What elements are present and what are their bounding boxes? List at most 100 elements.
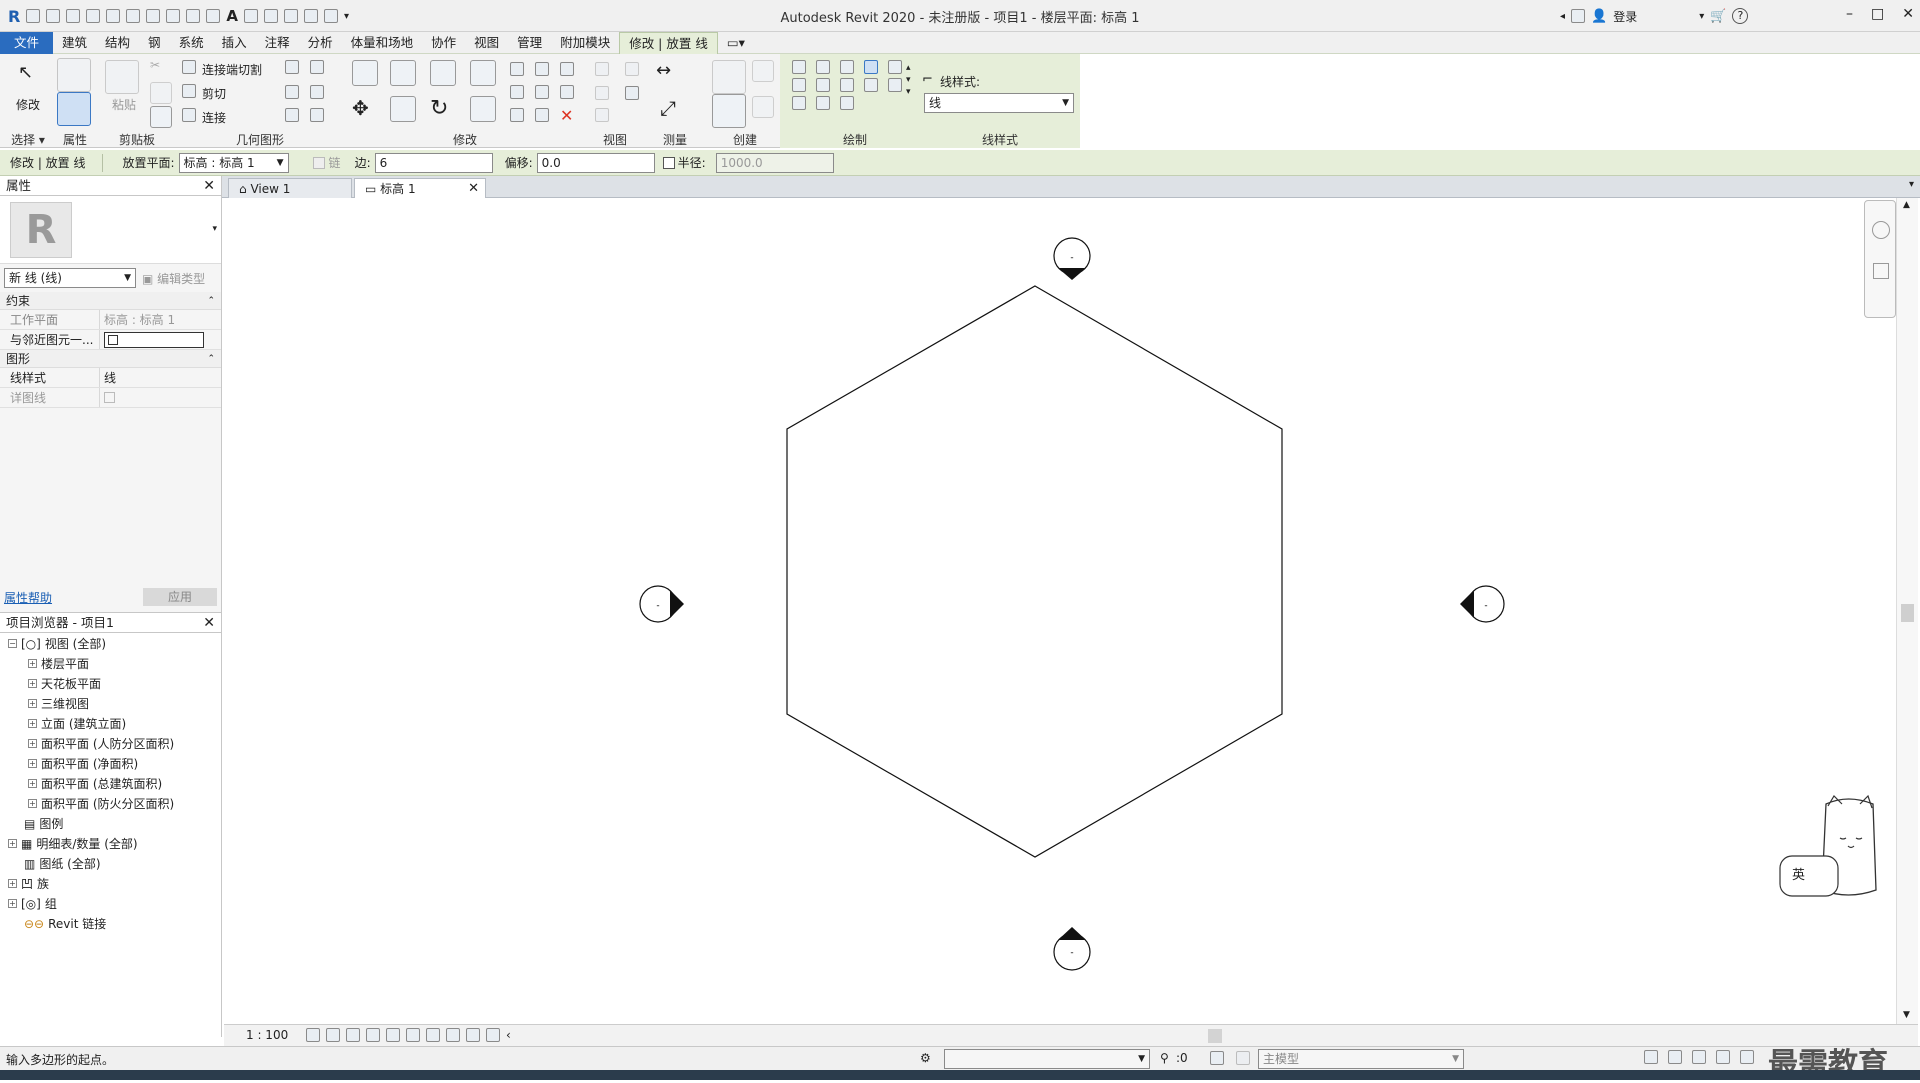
select-cursor-icon[interactable]: ↖ <box>18 62 40 84</box>
draw-inscribed-polygon-icon[interactable] <box>840 60 854 74</box>
wall-joins-icon[interactable] <box>285 60 299 74</box>
workset-select[interactable]: ▼ <box>944 1049 1150 1069</box>
align-icon[interactable] <box>352 60 378 86</box>
tab-extra-icon[interactable]: ▭▾ <box>718 32 754 54</box>
measure-distance-icon[interactable]: ↔ <box>656 60 671 81</box>
info-center-arrow-icon[interactable]: ◂ <box>1560 11 1565 22</box>
design-option-select[interactable]: 主模型 ▼ <box>1258 1049 1464 1069</box>
split-gap-icon[interactable] <box>535 62 549 76</box>
create-similar-icon[interactable] <box>712 60 746 94</box>
tree-item-ceiling-plans[interactable]: + 天花板平面 <box>28 675 101 692</box>
chain-checkbox[interactable] <box>312 156 325 169</box>
checkbox[interactable] <box>104 392 115 403</box>
filter-lines-icon[interactable] <box>625 86 639 100</box>
hammer-icon[interactable] <box>310 108 324 122</box>
draw-spline-icon[interactable] <box>888 78 902 92</box>
view-scale[interactable]: 1 : 100 <box>246 1028 288 1042</box>
property-value[interactable]: 线 <box>100 368 221 387</box>
design-options-icon[interactable] <box>1210 1051 1224 1065</box>
expand-toggle[interactable]: + <box>28 699 37 708</box>
drawing-canvas[interactable]: - - - - 英 <box>224 198 1918 1024</box>
pick-lines-icon[interactable] <box>840 96 854 110</box>
draw-circle-icon[interactable] <box>888 60 902 74</box>
tab-manage[interactable]: 管理 <box>508 32 551 54</box>
modify-button-label[interactable]: 修改 <box>16 96 40 113</box>
expand-toggle[interactable]: + <box>8 839 17 848</box>
tree-item-elevations[interactable]: + 立面 (建筑立面) <box>28 715 126 732</box>
analytical-model-icon[interactable] <box>466 1028 480 1042</box>
ime-label[interactable]: 英 <box>1792 864 1805 883</box>
panel-select-label[interactable]: 选择 ▾ <box>4 132 52 148</box>
elevation-marker-south[interactable]: - <box>1053 927 1091 971</box>
paste-button[interactable] <box>105 60 139 94</box>
tab-view[interactable]: 视图 <box>465 32 508 54</box>
tab-annotate[interactable]: 注释 <box>256 32 299 54</box>
tree-item-3d-views[interactable]: + 三维视图 <box>28 695 89 712</box>
apply-button[interactable]: 应用 <box>143 588 217 606</box>
eraser-icon[interactable] <box>595 108 609 122</box>
collapse-icon[interactable]: ⌃ <box>207 350 215 368</box>
elevation-marker-east[interactable]: - <box>1460 585 1505 623</box>
expand-toggle[interactable]: + <box>8 899 17 908</box>
draw-arc-center-icon[interactable] <box>816 78 830 92</box>
override-icon[interactable] <box>625 62 639 76</box>
move-icon[interactable]: ✥ <box>352 96 378 122</box>
hexagon-shape[interactable] <box>786 285 1283 858</box>
unpin-icon[interactable] <box>560 62 574 76</box>
close-icon[interactable]: ✕ <box>203 613 215 633</box>
tab-steel[interactable]: 钢 <box>139 32 170 54</box>
cut-clipboard-icon[interactable]: ✂ <box>150 58 172 80</box>
drag-elements-icon[interactable] <box>1740 1050 1754 1064</box>
binoculars-icon[interactable] <box>1571 9 1586 23</box>
section-constraints[interactable]: 约束 ⌃ <box>0 292 221 310</box>
reveal-hidden-icon[interactable] <box>446 1028 460 1042</box>
select-by-face-icon[interactable] <box>1716 1050 1730 1064</box>
close-tab-icon[interactable]: ✕ <box>468 179 479 199</box>
copy-clipboard-icon[interactable] <box>150 82 172 104</box>
properties-help-link[interactable]: 属性帮助 <box>4 589 52 606</box>
offset-input[interactable]: 0.0 <box>536 152 655 173</box>
shadows-icon[interactable] <box>366 1028 380 1042</box>
join-cut-icon[interactable] <box>182 60 196 74</box>
help-icon[interactable]: ? <box>1732 8 1749 24</box>
exclude-options-icon[interactable] <box>1236 1051 1250 1065</box>
copy-icon[interactable] <box>390 96 416 122</box>
join-label[interactable]: 连接 <box>202 109 226 126</box>
tab-analyze[interactable]: 分析 <box>299 32 342 54</box>
elevation-marker-north[interactable]: - <box>1053 237 1091 280</box>
vertical-scrollbar[interactable]: ▲ ▼ <box>1896 198 1918 1024</box>
tab-systems[interactable]: 系统 <box>170 32 213 54</box>
linework-icon[interactable] <box>595 86 609 100</box>
highlight-displacement-icon[interactable] <box>486 1028 500 1042</box>
crop-region-icon[interactable] <box>386 1028 400 1042</box>
draw-rectangle-icon[interactable] <box>816 60 830 74</box>
section-graphics[interactable]: 图形 ⌃ <box>0 350 221 368</box>
properties-button[interactable] <box>57 92 91 126</box>
editable-only-icon[interactable]: ⚲ <box>1160 1051 1169 1065</box>
tab-collaborate[interactable]: 协作 <box>422 32 465 54</box>
checkbox[interactable] <box>104 332 204 348</box>
expand-toggle[interactable]: + <box>28 719 37 728</box>
chevron-left-icon[interactable]: ‹ <box>506 1028 511 1042</box>
worksets-icon[interactable]: ⚙ <box>920 1051 931 1065</box>
draw-circumscribed-polygon-icon[interactable] <box>864 60 878 74</box>
expand-toggle[interactable]: + <box>28 739 37 748</box>
linestyle-select[interactable]: 线 ▼ <box>924 93 1074 113</box>
trim-extend-icon[interactable] <box>470 96 496 122</box>
type-dropdown-icon[interactable]: ▾ <box>212 224 217 234</box>
tree-item-schedules[interactable]: + ▦ 明细表/数量 (全部) <box>8 835 138 852</box>
gallery-scroll-icon[interactable]: ▴ ▾ ▾ <box>906 62 911 98</box>
expand-toggle[interactable]: + <box>28 759 37 768</box>
sides-input[interactable]: 6 <box>374 152 493 173</box>
remove-paint-icon[interactable] <box>285 108 299 122</box>
select-pinned-icon[interactable] <box>1692 1050 1706 1064</box>
cut-geometry-icon[interactable] <box>182 84 196 98</box>
select-links-icon[interactable] <box>1644 1050 1658 1064</box>
zoom-icon[interactable] <box>1873 263 1889 279</box>
tree-item-area-net[interactable]: + 面积平面 (净面积) <box>28 755 138 772</box>
mirror-draw-axis-icon[interactable] <box>470 60 496 86</box>
edit-type-button[interactable]: ▣ 编辑类型 <box>142 270 205 287</box>
tab-addins[interactable]: 附加模块 <box>551 32 619 54</box>
tree-item-groups[interactable]: + [◎] 组 <box>8 895 57 912</box>
tree-item-floor-plans[interactable]: + 楼层平面 <box>28 655 89 672</box>
